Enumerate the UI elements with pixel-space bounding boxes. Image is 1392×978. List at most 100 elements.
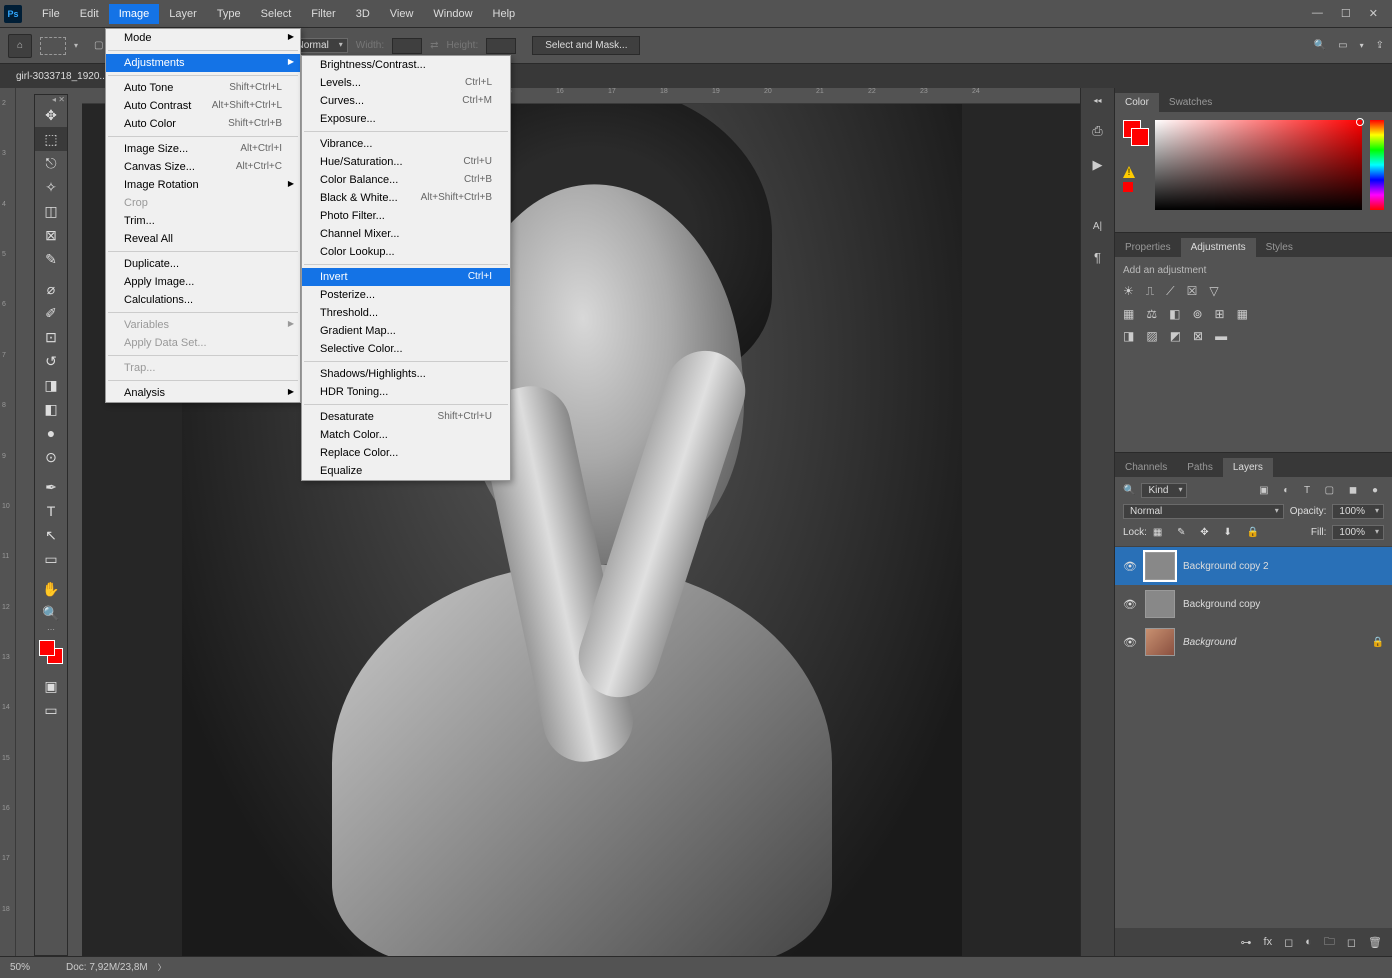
menu-item[interactable]: Exposure... — [302, 110, 510, 128]
tab-properties[interactable]: Properties — [1115, 238, 1181, 257]
layer-thumbnail[interactable] — [1145, 628, 1175, 656]
chevron-down-icon[interactable]: ▾ — [74, 41, 78, 50]
brightness-icon[interactable]: ☀ — [1123, 284, 1134, 299]
group-icon[interactable]: 🗀 — [1324, 933, 1335, 952]
layer-name[interactable]: Background — [1183, 637, 1364, 648]
actions-icon[interactable]: ▶ — [1093, 157, 1103, 173]
menu-item[interactable]: Shadows/Highlights... — [302, 365, 510, 383]
hue-slider[interactable] — [1370, 120, 1384, 210]
menu-item[interactable]: Auto ToneShift+Ctrl+L — [106, 79, 300, 97]
menu-item[interactable]: Apply Image... — [106, 273, 300, 291]
menu-item[interactable]: Adjustments▶ — [106, 54, 300, 72]
mask-icon[interactable]: ◻ — [1284, 936, 1293, 949]
menu-view[interactable]: View — [380, 4, 424, 24]
menu-item[interactable]: Mode▶ — [106, 29, 300, 47]
background-color[interactable] — [1131, 128, 1149, 146]
menu-item[interactable]: Analysis▶ — [106, 384, 300, 402]
warn-swatch[interactable] — [1123, 182, 1133, 192]
visibility-toggle[interactable]: 👁 — [1123, 598, 1137, 611]
layer-item[interactable]: 👁Background🔒 — [1115, 623, 1392, 661]
tab-paths[interactable]: Paths — [1177, 458, 1223, 477]
tab-adjustments[interactable]: Adjustments — [1181, 238, 1256, 257]
type-tool[interactable]: T — [35, 499, 67, 523]
exposure-icon[interactable]: ☒ — [1187, 284, 1198, 299]
workspace-icon[interactable]: ▭ — [1338, 40, 1347, 51]
zoom-tool[interactable]: 🔍 — [35, 601, 67, 625]
link-layers-icon[interactable]: ⊶ — [1241, 936, 1252, 949]
gradient-map-icon[interactable]: ▬ — [1215, 329, 1227, 343]
quick-mask-toggle[interactable]: ▣ — [35, 674, 67, 698]
character-icon[interactable]: A| — [1093, 221, 1102, 232]
visibility-toggle[interactable]: 👁 — [1123, 636, 1137, 649]
menu-item[interactable]: Match Color... — [302, 426, 510, 444]
home-icon[interactable]: ⌂ — [8, 34, 32, 58]
curves-icon[interactable]: ⟋ — [1166, 284, 1174, 299]
share-icon[interactable]: ⇪ — [1376, 40, 1384, 51]
selective-icon[interactable]: ⊠ — [1193, 329, 1203, 343]
levels-icon[interactable]: ⎍ — [1146, 284, 1154, 299]
menu-item[interactable]: Image Rotation▶ — [106, 176, 300, 194]
layer-thumbnail[interactable] — [1145, 552, 1175, 580]
threshold-icon[interactable]: ◩ — [1170, 329, 1181, 343]
menu-item[interactable]: Photo Filter... — [302, 207, 510, 225]
select-and-mask-button[interactable]: Select and Mask... — [532, 36, 640, 55]
adjustment-layer-icon[interactable]: ◐ — [1305, 936, 1312, 948]
foreground-swatch[interactable] — [39, 640, 55, 656]
menu-item[interactable]: Hue/Saturation...Ctrl+U — [302, 153, 510, 171]
lookup-icon[interactable]: ▦ — [1237, 307, 1248, 321]
menu-item[interactable]: Brightness/Contrast... — [302, 56, 510, 74]
lasso-tool[interactable]: ⎋ — [35, 151, 67, 175]
layer-name[interactable]: Background copy — [1183, 599, 1384, 610]
paragraph-icon[interactable]: ¶ — [1094, 250, 1101, 265]
layer-item[interactable]: 👁Background copy 2 — [1115, 547, 1392, 585]
frame-tool[interactable]: ⊠ — [35, 223, 67, 247]
delete-layer-icon[interactable]: 🗑 — [1368, 936, 1382, 949]
opacity-input[interactable]: 100% — [1332, 504, 1384, 519]
document-tab[interactable]: girl-3033718_1920... — [8, 69, 116, 84]
menu-item[interactable]: HDR Toning... — [302, 383, 510, 401]
tab-channels[interactable]: Channels — [1115, 458, 1177, 477]
layer-thumbnail[interactable] — [1145, 590, 1175, 618]
menu-select[interactable]: Select — [251, 4, 302, 24]
menu-window[interactable]: Window — [423, 4, 482, 24]
menu-item[interactable]: Levels...Ctrl+L — [302, 74, 510, 92]
menu-item[interactable]: Vibrance... — [302, 135, 510, 153]
menu-item[interactable]: Selective Color... — [302, 340, 510, 358]
blend-mode-dropdown[interactable]: Normal — [1123, 504, 1284, 519]
layer-name[interactable]: Background copy 2 — [1183, 561, 1384, 572]
screen-mode-toggle[interactable]: ▭ — [35, 698, 67, 722]
menu-image[interactable]: Image — [109, 4, 160, 24]
tab-layers[interactable]: Layers — [1223, 458, 1273, 477]
gamut-warning-icon[interactable]: ! — [1123, 166, 1135, 178]
marquee-tool[interactable]: ⬚ — [35, 127, 67, 151]
minimize-button[interactable]: ― — [1312, 7, 1323, 20]
dodge-tool[interactable]: ⊙ — [35, 445, 67, 469]
menu-item[interactable]: Threshold... — [302, 304, 510, 322]
rectangle-tool[interactable]: ▭ — [35, 547, 67, 571]
history-icon[interactable]: ⎙ — [1092, 123, 1102, 139]
blur-tool[interactable]: ● — [35, 421, 67, 445]
menu-item[interactable]: Color Balance...Ctrl+B — [302, 171, 510, 189]
search-icon[interactable]: 🔍 — [1314, 40, 1326, 51]
layer-item[interactable]: 👁 Background copy — [1115, 585, 1392, 623]
menu-item[interactable]: Image Size...Alt+Ctrl+I — [106, 140, 300, 158]
menu-item[interactable]: InvertCtrl+I — [302, 268, 510, 286]
hand-tool[interactable]: ✋ — [35, 577, 67, 601]
doc-size[interactable]: Doc: 7,92M/23,8M — [66, 962, 148, 973]
vibrance-icon[interactable]: ▽ — [1209, 284, 1218, 299]
menu-item[interactable]: Replace Color... — [302, 444, 510, 462]
brush-tool[interactable]: ✐ — [35, 301, 67, 325]
crop-tool[interactable]: ◫ — [35, 199, 67, 223]
menu-type[interactable]: Type — [207, 4, 251, 24]
zoom-level[interactable]: 50% — [10, 962, 30, 973]
new-layer-icon[interactable]: ◻ — [1347, 936, 1356, 949]
posterize-icon[interactable]: ▨ — [1146, 329, 1157, 343]
menu-item[interactable]: Gradient Map... — [302, 322, 510, 340]
menu-item[interactable]: Canvas Size...Alt+Ctrl+C — [106, 158, 300, 176]
move-tool[interactable]: ✥ — [35, 103, 67, 127]
color-field[interactable] — [1155, 120, 1362, 210]
fx-icon[interactable]: fx — [1264, 936, 1273, 948]
menu-edit[interactable]: Edit — [70, 4, 109, 24]
healing-brush-tool[interactable]: ⌀ — [35, 277, 67, 301]
gradient-tool[interactable]: ◧ — [35, 397, 67, 421]
